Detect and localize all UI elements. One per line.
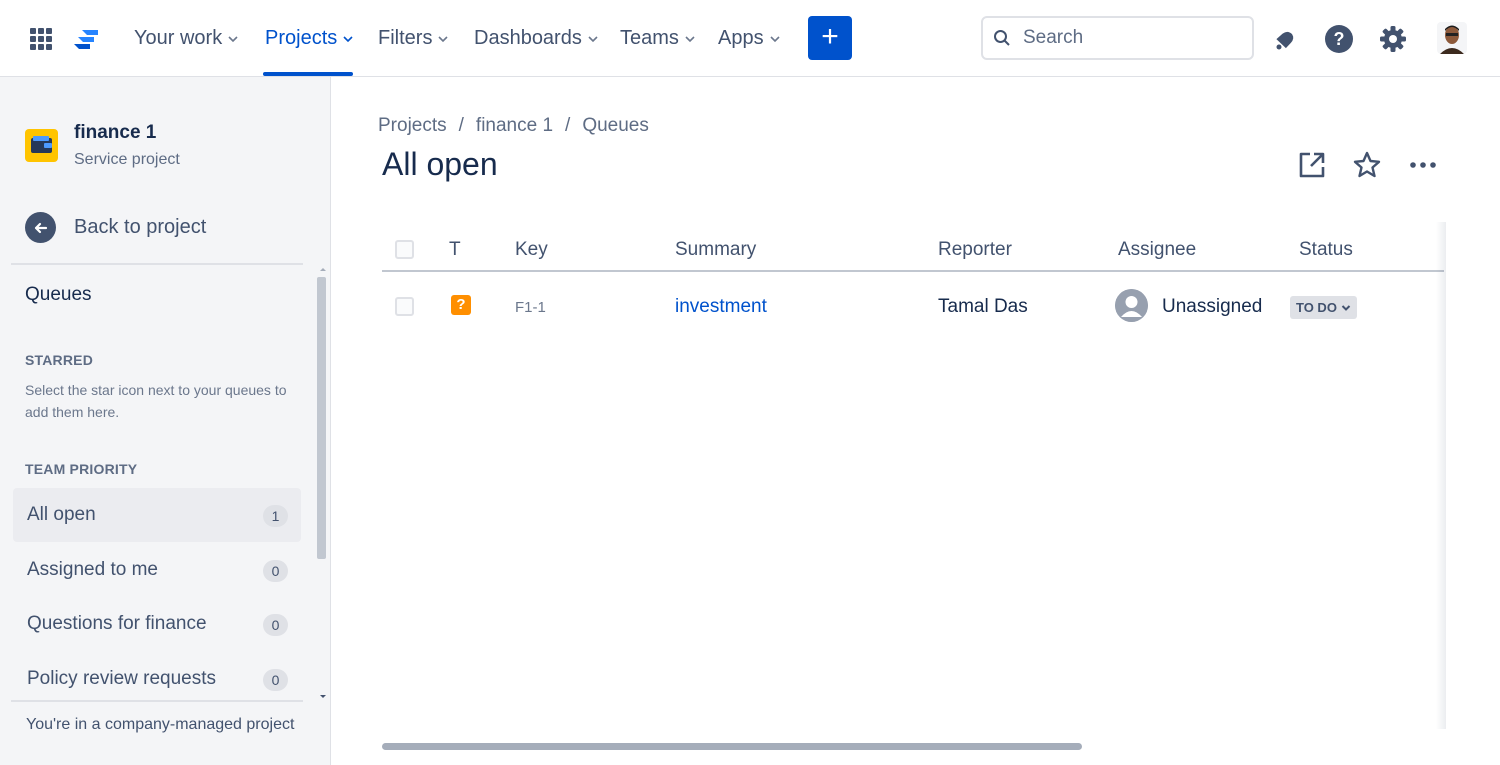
settings-gear-icon[interactable] [1378, 24, 1408, 54]
nav-apps-label: Apps [718, 27, 764, 49]
wallet-icon [31, 136, 52, 153]
issue-key[interactable]: F1-1 [515, 299, 546, 316]
breadcrumb-projects[interactable]: Projects [378, 115, 447, 137]
create-button[interactable]: + [808, 16, 852, 60]
queue-questions-for-finance[interactable]: Questions for finance 0 [13, 597, 301, 651]
page-title: All open [382, 146, 498, 182]
search-box[interactable] [981, 16, 1254, 60]
project-name: finance 1 [74, 122, 157, 143]
scroll-down-arrow-icon[interactable] [317, 693, 329, 701]
issue-summary-link[interactable]: investment [675, 296, 767, 318]
column-header-summary[interactable]: Summary [675, 239, 756, 261]
chevron-down-icon [588, 35, 598, 42]
chevron-down-icon [438, 35, 449, 42]
queue-count-badge: 1 [263, 505, 288, 527]
queue-count-badge: 0 [263, 560, 288, 582]
nav-teams-label: Teams [620, 27, 679, 49]
nav-your-work[interactable]: Your work [134, 27, 238, 50]
back-to-project-label: Back to project [74, 216, 207, 238]
more-actions-icon[interactable] [1408, 150, 1438, 180]
sidebar-footer-divider [11, 700, 303, 702]
breadcrumb-separator: / [565, 115, 571, 136]
column-header-reporter[interactable]: Reporter [938, 239, 1012, 261]
search-input[interactable] [1023, 27, 1243, 49]
table-scroll-shadow [1436, 222, 1446, 729]
scroll-up-arrow-icon[interactable] [317, 265, 329, 273]
queue-assigned-to-me[interactable]: Assigned to me 0 [13, 543, 301, 597]
column-header-key[interactable]: Key [515, 239, 548, 261]
jira-logo-icon[interactable] [72, 26, 102, 54]
open-in-new-window-icon[interactable] [1297, 150, 1327, 180]
company-managed-note[interactable]: You're in a company-managed project [26, 716, 294, 734]
chevron-down-icon [343, 35, 353, 42]
breadcrumb-queues[interactable]: Queues [582, 115, 649, 137]
sidebar-scroll-thumb[interactable] [317, 277, 326, 559]
nav-filters[interactable]: Filters [378, 27, 449, 50]
sidebar-scrollbar[interactable] [315, 265, 327, 705]
queue-label: Assigned to me [27, 559, 158, 580]
svg-text:?: ? [1334, 29, 1345, 49]
active-nav-indicator [263, 72, 353, 76]
table-header-divider [382, 270, 1444, 272]
chevron-down-icon [770, 35, 780, 42]
help-icon[interactable]: ? [1324, 24, 1354, 54]
arrow-left-icon [25, 212, 56, 243]
column-header-status[interactable]: Status [1299, 239, 1353, 261]
breadcrumb: Projects / finance 1 / Queues [378, 115, 649, 137]
status-label: TO DO [1296, 300, 1337, 315]
chevron-down-icon [1341, 304, 1351, 311]
column-header-assignee[interactable]: Assignee [1118, 239, 1196, 261]
queue-count-badge: 0 [263, 614, 288, 636]
status-dropdown[interactable]: TO DO [1290, 296, 1357, 319]
top-navigation: Your work Projects Filters Dashboards Te… [0, 0, 1500, 77]
app-switcher-icon[interactable] [30, 28, 52, 50]
nav-filters-label: Filters [378, 27, 433, 49]
sidebar-divider [11, 263, 303, 265]
sidebar: finance 1 Service project Back to projec… [0, 77, 331, 765]
issue-assignee[interactable]: Unassigned [1162, 296, 1262, 318]
nav-your-work-label: Your work [134, 27, 223, 49]
queue-label: Policy review requests [27, 668, 217, 689]
queue-all-open[interactable]: All open 1 [13, 488, 301, 542]
queues-heading: Queues [25, 284, 92, 305]
breadcrumb-project[interactable]: finance 1 [476, 115, 553, 137]
row-checkbox[interactable] [395, 297, 414, 316]
star-icon[interactable] [1352, 150, 1382, 180]
nav-projects-label: Projects [265, 27, 338, 49]
nav-projects[interactable]: Projects [265, 27, 353, 50]
chevron-down-icon [228, 35, 238, 42]
user-avatar[interactable] [1437, 22, 1467, 54]
queue-label: Questions for finance [27, 613, 207, 634]
user-photo-icon [1437, 22, 1467, 54]
question-type-icon: ? [451, 295, 471, 315]
nav-teams[interactable]: Teams [620, 27, 695, 50]
column-header-type[interactable]: T [449, 239, 461, 261]
issue-reporter: Tamal Das [938, 296, 1028, 317]
nav-dashboards[interactable]: Dashboards [474, 27, 598, 50]
starred-help-text: Select the star icon next to your queues… [25, 382, 287, 420]
breadcrumb-separator: / [458, 115, 464, 136]
search-icon [994, 30, 1010, 46]
nav-dashboards-label: Dashboards [474, 27, 582, 49]
queue-policy-review-requests[interactable]: Policy review requests 0 [13, 652, 301, 706]
team-priority-heading: TEAM PRIORITY [25, 461, 138, 477]
back-to-project-link[interactable]: Back to project [25, 212, 206, 243]
issues-table: T Key Summary Reporter Assignee Status ?… [382, 222, 1444, 732]
queue-label: All open [27, 504, 96, 525]
select-all-checkbox[interactable] [395, 240, 414, 259]
nav-apps[interactable]: Apps [718, 27, 780, 50]
queue-count-badge: 0 [263, 669, 288, 691]
notifications-bell-icon[interactable] [1270, 24, 1300, 54]
project-type: Service project [74, 151, 180, 168]
unassigned-avatar-icon [1115, 289, 1148, 322]
horizontal-scrollbar[interactable] [382, 743, 1082, 750]
project-avatar [25, 129, 58, 162]
starred-heading: STARRED [25, 352, 94, 368]
chevron-down-icon [685, 35, 695, 42]
